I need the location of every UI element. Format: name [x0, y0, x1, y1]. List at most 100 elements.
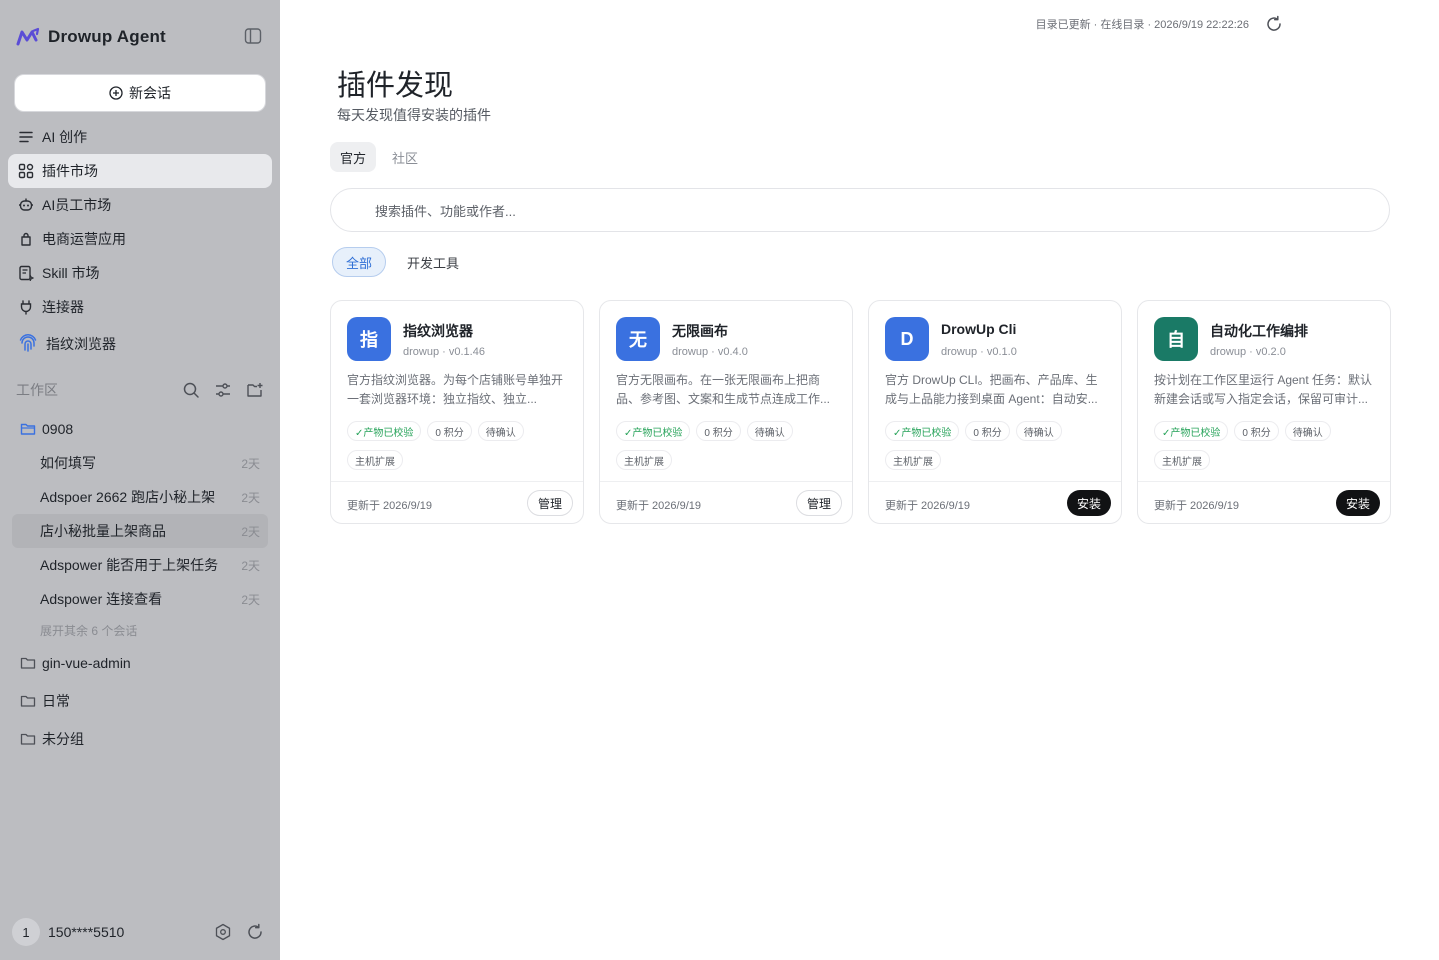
new-folder-icon[interactable] [246, 381, 264, 399]
plugin-icon: 指 [347, 317, 391, 361]
nav-label: Skill 市场 [42, 265, 100, 281]
plugin-icon: 无 [616, 317, 660, 361]
conversation-title: Adspower 能否用于上架任务 [40, 557, 219, 573]
plugin-meta: drowup · v0.2.0 [1210, 346, 1286, 358]
folder-gin-vue-admin[interactable]: gin-vue-admin [12, 644, 268, 682]
expand-conversations-link[interactable]: 展开其余 6 个会话 [12, 616, 268, 644]
nav-item-connectors[interactable]: 连接器 [8, 290, 272, 324]
conversation-title: Adspoer 2662 跑店小秘上架 [40, 489, 216, 505]
folder-name: 0908 [42, 421, 74, 437]
tab-community[interactable]: 社区 [382, 142, 428, 172]
nav-item-plugin-market[interactable]: 插件市场 [8, 154, 272, 188]
user-phone: 150****5510 [48, 924, 125, 940]
plugin-card[interactable]: 指 指纹浏览器 drowup · v0.1.46 官方指纹浏览器。为每个店铺账号… [330, 300, 584, 524]
folder-0908[interactable]: 0908 [12, 412, 268, 446]
avatar[interactable]: 1 [12, 918, 40, 946]
folder-name: 日常 [42, 693, 70, 709]
conversation-title: 店小秘批量上架商品 [40, 523, 166, 539]
fingerprint-icon [19, 334, 37, 352]
plugin-card[interactable]: D DrowUp Cli drowup · v0.1.0 官方 DrowUp C… [868, 300, 1122, 524]
folder-ungrouped[interactable]: 未分组 [12, 720, 268, 758]
folder-daily[interactable]: 日常 [12, 682, 268, 720]
brand[interactable]: Drowup Agent [16, 24, 166, 50]
search-icon[interactable] [182, 381, 200, 399]
conversation-age: 2天 [241, 490, 260, 505]
verified-badge: ✓产物已校验 [1154, 421, 1229, 441]
page-title: 插件发现 [337, 70, 454, 102]
nav-label: AI员工市场 [42, 197, 112, 213]
tab-official[interactable]: 官方 [330, 142, 377, 172]
nav-label: 连接器 [42, 299, 84, 315]
skill-icon [19, 265, 34, 281]
robot-icon [19, 198, 33, 211]
main-content: 目录已更新 · 在线目录 · 2026/9/19 22:22:26 插件发现 每… [280, 0, 1439, 960]
plugin-updated: 更新于 2026/9/19 [885, 500, 970, 512]
filter-sliders-icon[interactable] [214, 381, 232, 399]
refresh-icon[interactable] [1265, 15, 1283, 33]
install-button[interactable]: 安装 [1335, 490, 1380, 516]
folder-open-icon [20, 423, 36, 435]
plugin-meta: drowup · v0.1.0 [941, 346, 1017, 358]
nav-item-ecommerce[interactable]: 电商运营应用 [8, 222, 272, 256]
plus-circle-icon [109, 86, 123, 100]
host-extension-badge: 主机扩展 [1154, 450, 1210, 470]
new-chat-button[interactable]: 新会话 [14, 74, 266, 112]
workspace-tree: 0908 如何填写 2天 Adspoer 2662 跑店小秘上架 2天 店小秘批… [12, 412, 268, 758]
plugin-updated: 更新于 2026/9/19 [1154, 500, 1239, 512]
plugin-description: 官方指纹浏览器。为每个店铺账号单独开一套浏览器环境：独立指纹、独立... [347, 373, 564, 406]
main-nav: AI 创作 插件市场 AI员工市场 电商运营应用 Skill 市场 连接器 指纹… [8, 120, 272, 364]
verified-badge: ✓产物已校验 [885, 421, 960, 441]
chip-all[interactable]: 全部 [332, 247, 387, 277]
folder-icon [20, 733, 36, 745]
conversation-title: 如何填写 [40, 455, 96, 471]
conversation-title: Adspower 连接查看 [40, 591, 163, 607]
user-bar: 1 150****5510 [12, 918, 268, 946]
new-chat-label: 新会话 [129, 85, 171, 101]
nav-item-skill-market[interactable]: Skill 市场 [8, 256, 272, 290]
nav-item-fingerprint-browser[interactable]: 指纹浏览器 [8, 324, 272, 364]
manage-button[interactable]: 管理 [526, 490, 573, 516]
conversation-item[interactable]: Adspower 连接查看 2天 [12, 582, 268, 616]
sidebar-toggle-icon[interactable] [244, 27, 262, 45]
host-extension-badge: 主机扩展 [885, 450, 941, 470]
plugin-icon: 自 [1154, 317, 1198, 361]
verified-badge: ✓产物已校验 [616, 421, 691, 441]
conversation-item[interactable]: Adspoer 2662 跑店小秘上架 2天 [12, 480, 268, 514]
conversation-item[interactable]: Adspower 能否用于上架任务 2天 [12, 548, 268, 582]
plugin-updated: 更新于 2026/9/19 [616, 500, 701, 512]
source-tabs: 官方 社区 [330, 142, 428, 172]
nav-item-ai-staff[interactable]: AI员工市场 [8, 188, 272, 222]
points-badge: 0 积分 [427, 421, 472, 441]
sidebar: Drowup Agent 新会话 AI 创作 插件市场 AI员工市场 电商运营应… [0, 0, 280, 960]
nav-label: AI 创作 [42, 129, 88, 145]
folder-icon [20, 695, 36, 707]
plugin-description: 官方无限画布。在一张无限画布上把商品、参考图、文案和生成节点连成工作... [616, 373, 831, 406]
folder-icon [20, 657, 36, 669]
refresh-icon[interactable] [246, 923, 264, 941]
install-button[interactable]: 安装 [1066, 490, 1111, 516]
plugin-name: 自动化工作编排 [1210, 323, 1308, 339]
chip-dev-tools[interactable]: 开发工具 [394, 247, 472, 277]
plugin-search-input[interactable]: 搜索插件、功能或作者... [330, 188, 1390, 232]
nav-label: 电商运营应用 [42, 231, 126, 247]
host-extension-badge: 主机扩展 [616, 450, 672, 470]
category-filter: 全部 开发工具 [332, 247, 472, 277]
points-badge: 0 积分 [696, 421, 741, 441]
plugin-card-list: 指 指纹浏览器 drowup · v0.1.46 官方指纹浏览器。为每个店铺账号… [330, 300, 1391, 524]
plugin-description: 按计划在工作区里运行 Agent 任务：默认新建会话或写入指定会话，保留可审计.… [1154, 373, 1373, 406]
nav-item-ai-create[interactable]: AI 创作 [8, 120, 272, 154]
plugin-card[interactable]: 自 自动化工作编排 drowup · v0.2.0 按计划在工作区里运行 Age… [1137, 300, 1391, 524]
card-divider [1138, 481, 1390, 482]
pending-badge: 待确认 [746, 421, 793, 441]
card-divider [600, 481, 852, 482]
conversation-item[interactable]: 如何填写 2天 [12, 446, 268, 480]
plugin-card[interactable]: 无 无限画布 drowup · v0.4.0 官方无限画布。在一张无限画布上把商… [599, 300, 853, 524]
conversation-item-active[interactable]: 店小秘批量上架商品 2天 [12, 514, 268, 548]
plugin-meta: drowup · v0.1.46 [403, 346, 485, 358]
plug-icon [20, 300, 32, 315]
manage-button[interactable]: 管理 [795, 490, 842, 516]
settings-icon[interactable] [214, 923, 232, 941]
workspace-label: 工作区 [16, 382, 58, 398]
search-placeholder: 搜索插件、功能或作者... [375, 203, 516, 219]
conversation-age: 2天 [241, 456, 260, 471]
